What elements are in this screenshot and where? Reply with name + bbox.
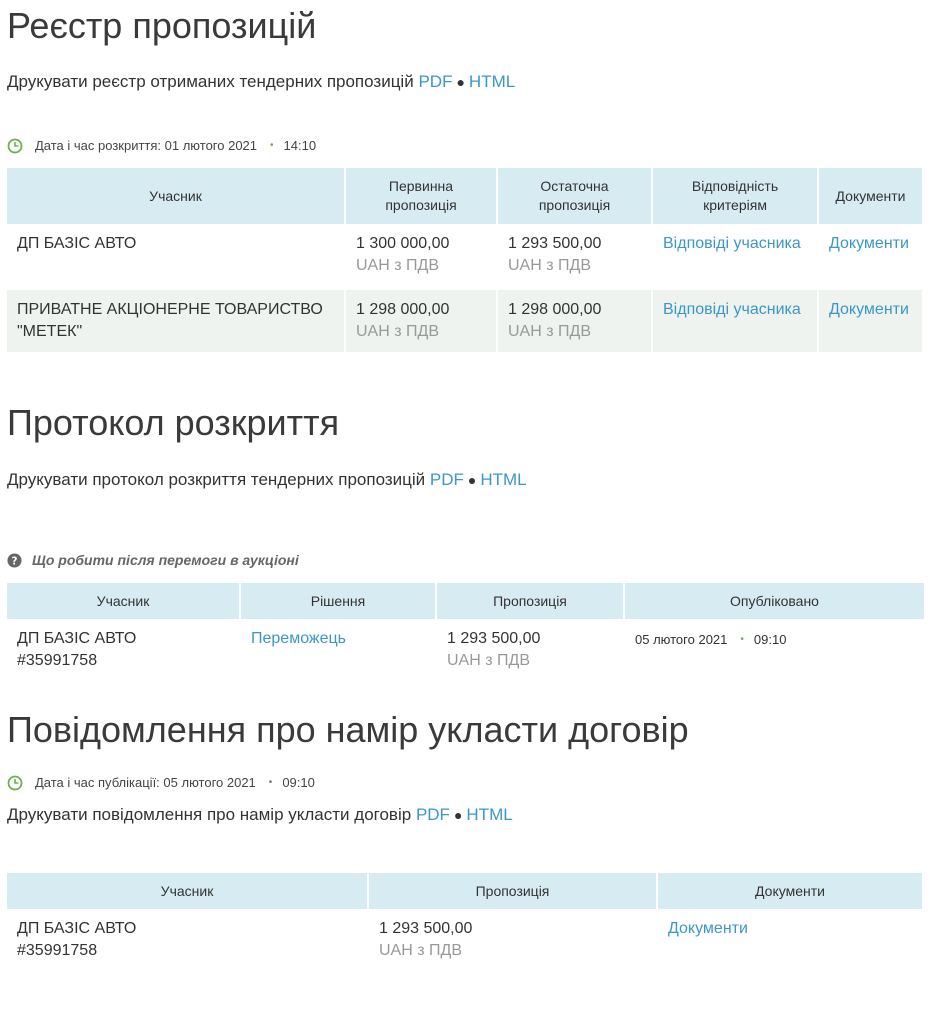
- col-participant: Учасник: [7, 583, 239, 619]
- table-row: ДП БАЗІС АВТО 1 300 000,00 UAH з ПДВ 1 29…: [7, 224, 922, 290]
- final-amount: 1 293 500,00: [508, 235, 602, 252]
- participant-name: ДП БАЗІС АВТО: [17, 920, 137, 937]
- col-participant: Учасник: [7, 873, 367, 909]
- initial-offer: 1 298 000,00 UAH з ПДВ: [346, 290, 496, 352]
- participant-answers-link[interactable]: Відповіді учасника: [663, 235, 801, 252]
- participant-id: #35991758: [17, 652, 98, 669]
- documents-cell: Документи: [819, 290, 922, 352]
- col-participant: Учасник: [7, 168, 344, 224]
- question-circle-icon: ?: [7, 552, 22, 568]
- table-row: ДП БАЗІС АВТО #35991758 1 293 500,00 UAH з…: [7, 909, 922, 975]
- clock-icon: [7, 775, 23, 791]
- published-datetime: 05 лютого 2021 • 09:10: [635, 628, 914, 651]
- protocol-pdf-link[interactable]: PDF: [430, 470, 464, 489]
- participant-answers-link[interactable]: Відповіді учасника: [663, 301, 801, 318]
- final-amount: 1 298 000,00: [508, 301, 602, 318]
- registry-table-header: Учасник Первинна пропозиція Остаточна пр…: [7, 168, 922, 224]
- intent-title: Повідомлення про намір укласти договір: [7, 709, 689, 750]
- decision-cell: Переможець: [241, 619, 435, 685]
- participant-cell: ДП БАЗІС АВТО #35991758: [7, 619, 239, 685]
- initial-offer: 1 300 000,00 UAH з ПДВ: [346, 224, 496, 290]
- documents-cell: Документи: [658, 909, 922, 975]
- help-text[interactable]: Що робити після перемоги в аукціоні: [32, 551, 299, 569]
- registry-print-line: Друкувати реєстр отриманих тендерних про…: [7, 71, 515, 93]
- participant-name: ДП БАЗІС АВТО: [17, 235, 137, 252]
- bullet-separator: ●: [453, 807, 463, 823]
- col-decision: Рішення: [241, 583, 435, 619]
- documents-link[interactable]: Документи: [668, 920, 748, 937]
- intent-print-text: Друкувати повідомлення про намір укласти…: [7, 805, 412, 824]
- protocol-html-link[interactable]: HTML: [480, 470, 526, 489]
- currency-label: UAH з ПДВ: [356, 323, 440, 340]
- opening-date-label: Дата і час розкриття: 01 лютого 2021: [35, 138, 258, 153]
- col-published: Опубліковано: [625, 583, 924, 619]
- publication-date-label: Дата і час публікації: 05 лютого 2021: [35, 775, 256, 790]
- criteria-cell: Відповіді учасника: [653, 290, 817, 352]
- opening-time: 14:10: [283, 138, 317, 153]
- currency-label: UAH з ПДВ: [508, 257, 592, 274]
- col-documents: Документи: [819, 168, 922, 224]
- offer-amount: 1 293 500,00: [379, 920, 473, 937]
- currency-label: UAH з ПДВ: [379, 942, 463, 959]
- participant-id: #35991758: [17, 942, 98, 959]
- participant-name: ПРИВАТНЕ АКЦІОНЕРНЕ ТОВАРИСТВО "МЕТЕК": [7, 290, 344, 352]
- dot-separator: •: [270, 140, 274, 151]
- documents-cell: Документи: [819, 224, 922, 290]
- registry-table: Учасник Первинна пропозиція Остаточна пр…: [5, 168, 924, 352]
- opening-datetime: Дата і час розкриття: 01 лютого 2021 • 1…: [7, 137, 316, 155]
- offer-cell: 1 293 500,00 UAH з ПДВ: [437, 619, 623, 685]
- initial-amount: 1 298 000,00: [356, 301, 450, 318]
- documents-link[interactable]: Документи: [829, 235, 909, 252]
- help-line[interactable]: ? Що робити після перемоги в аукціоні: [7, 551, 299, 569]
- final-offer: 1 298 000,00 UAH з ПДВ: [498, 290, 651, 352]
- offer-amount: 1 293 500,00: [447, 630, 541, 647]
- offer-cell: 1 293 500,00 UAH з ПДВ: [369, 909, 656, 975]
- currency-label: UAH з ПДВ: [508, 323, 592, 340]
- participant-name: ДП БАЗІС АВТО: [17, 630, 137, 647]
- intent-table-header: Учасник Пропозиція Документи: [7, 873, 922, 909]
- protocol-title: Протокол розкриття: [7, 402, 340, 443]
- dot-separator: •: [268, 777, 273, 788]
- bullet-separator: ●: [456, 74, 465, 90]
- published-time: 09:10: [753, 632, 787, 647]
- protocol-table: Учасник Рішення Пропозиція Опубліковано …: [5, 583, 926, 685]
- table-row: ДП БАЗІС АВТО #35991758 Переможець 1 293 …: [7, 619, 924, 685]
- col-initial-offer: Первинна пропозиція: [346, 168, 496, 224]
- dot-separator: •: [740, 634, 744, 645]
- intent-html-link[interactable]: HTML: [466, 805, 512, 824]
- col-offer: Пропозиція: [437, 583, 623, 619]
- svg-text:?: ?: [12, 555, 18, 567]
- participant-cell: ДП БАЗІС АВТО #35991758: [7, 909, 367, 975]
- publication-datetime: Дата і час публікації: 05 лютого 2021 • …: [7, 774, 315, 792]
- col-criteria: Відповідність критеріям: [653, 168, 817, 224]
- currency-label: UAH з ПДВ: [447, 652, 531, 669]
- final-offer: 1 293 500,00 UAH з ПДВ: [498, 224, 651, 290]
- registry-pdf-link[interactable]: PDF: [418, 72, 452, 91]
- clock-icon: [7, 138, 23, 154]
- col-offer: Пропозиція: [369, 873, 656, 909]
- bullet-separator: ●: [467, 472, 477, 488]
- initial-amount: 1 300 000,00: [356, 235, 450, 252]
- criteria-cell: Відповіді учасника: [653, 224, 817, 290]
- protocol-print-line: Друкувати протокол розкриття тендерних п…: [7, 469, 527, 491]
- col-documents: Документи: [658, 873, 922, 909]
- protocol-print-text: Друкувати протокол розкриття тендерних п…: [7, 470, 426, 489]
- protocol-table-header: Учасник Рішення Пропозиція Опубліковано: [7, 583, 924, 619]
- registry-print-text: Друкувати реєстр отриманих тендерних про…: [7, 72, 414, 91]
- published-date: 05 лютого 2021: [635, 632, 728, 647]
- currency-label: UAH з ПДВ: [356, 257, 440, 274]
- intent-print-line: Друкувати повідомлення про намір укласти…: [7, 804, 513, 826]
- col-final-offer: Остаточна пропозиція: [498, 168, 651, 224]
- winner-link[interactable]: Переможець: [251, 630, 346, 647]
- published-cell: 05 лютого 2021 • 09:10: [625, 619, 924, 685]
- documents-link[interactable]: Документи: [829, 301, 909, 318]
- publication-time: 09:10: [282, 775, 315, 790]
- page: Реєстр пропозицій Друкувати реєстр отрим…: [0, 0, 932, 1034]
- table-row: ПРИВАТНЕ АКЦІОНЕРНЕ ТОВАРИСТВО "МЕТЕК" 1…: [7, 290, 922, 352]
- registry-html-link[interactable]: HTML: [469, 72, 515, 91]
- intent-pdf-link[interactable]: PDF: [416, 805, 450, 824]
- registry-title: Реєстр пропозицій: [7, 5, 317, 46]
- intent-table: Учасник Пропозиція Документи ДП БАЗІС АВ…: [5, 873, 924, 975]
